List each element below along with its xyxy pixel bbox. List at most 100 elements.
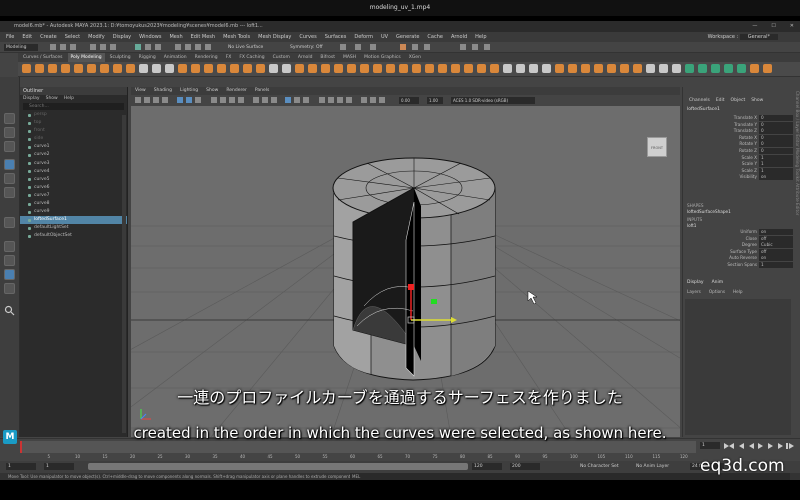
start-frame-field[interactable]: 1 (6, 463, 36, 470)
menu-cache[interactable]: Cache (427, 32, 443, 42)
outliner-item[interactable]: curve1 (20, 143, 127, 151)
channel-value-field[interactable]: 0 (759, 128, 793, 135)
menu-create[interactable]: Create (40, 32, 57, 42)
anim-layer-dropdown[interactable]: No Anim Layer (636, 463, 669, 470)
channel-row[interactable]: Surface Type off (683, 248, 793, 256)
shelf-tab-sculpting[interactable]: Sculpting (107, 53, 134, 62)
viewport-menu-shading[interactable]: Shading (154, 87, 172, 95)
layer-menu-options[interactable]: Options (709, 289, 725, 294)
viewport-menu-show[interactable]: Show (206, 87, 218, 95)
maximize-button[interactable]: ☐ (771, 21, 775, 32)
shelf-tool-icon[interactable] (230, 64, 239, 73)
channel-value-field[interactable]: 0 (759, 115, 793, 121)
shelf-tool-icon[interactable] (529, 64, 538, 73)
shelf-tool-icon[interactable] (178, 64, 187, 73)
channel-value-field[interactable]: 1 (759, 262, 793, 268)
viewport-menu-panels[interactable]: Panels (255, 87, 269, 95)
viewport-menu-lighting[interactable]: Lighting (180, 87, 198, 95)
shelf-tab-poly-modeling[interactable]: Poly Modeling (67, 53, 105, 62)
shelf-tool-icon[interactable] (100, 64, 109, 73)
channel-row[interactable]: Translate Y0 (683, 121, 793, 129)
shelf-tool-icon[interactable] (360, 64, 369, 73)
shelf-tool-icon[interactable] (373, 64, 382, 73)
shelf-tool-icon[interactable] (139, 64, 148, 73)
character-set-dropdown[interactable]: No Character Set (580, 463, 619, 470)
channel-row[interactable]: Translate X0 (683, 115, 793, 122)
channel-row[interactable]: Section Spans 1 (683, 262, 793, 269)
shelf-tool-icon[interactable] (48, 64, 57, 73)
search-icon[interactable] (4, 305, 15, 316)
shelf-tool-icon[interactable] (451, 64, 460, 73)
channel-row[interactable]: Rotate X0 (683, 134, 793, 142)
shelf-tool-icon[interactable] (711, 64, 720, 73)
layer-tab-anim[interactable]: Anim (712, 280, 724, 285)
side-tab-strip[interactable]: Channel Box / Layer Editor Modeling Tool… (791, 91, 800, 291)
paint-select-tool-icon[interactable] (4, 141, 15, 152)
close-button[interactable]: ✕ (790, 21, 794, 32)
shelf-tool-icon[interactable] (126, 64, 135, 73)
shelf-tool-icon[interactable] (594, 64, 603, 73)
shelf-tab-custom[interactable]: Custom (270, 53, 293, 62)
current-time-indicator[interactable] (20, 441, 22, 453)
outliner-item[interactable]: curve8 (20, 200, 127, 208)
select-tool-icon[interactable] (4, 113, 15, 124)
channel-row[interactable]: Scale Z1 (683, 167, 793, 175)
shelf-tool-icon[interactable] (763, 64, 772, 73)
single-perspective-layout-icon[interactable] (4, 241, 15, 252)
menu-mesh-display[interactable]: Mesh Display (258, 32, 291, 42)
menu-curves[interactable]: Curves (299, 32, 316, 42)
view-cube[interactable]: FRONT (647, 137, 667, 157)
shelf-tool-icon[interactable] (412, 64, 421, 73)
shelf-tool-icon[interactable] (633, 64, 642, 73)
channel-row[interactable]: Rotate Y0 (683, 141, 793, 148)
shelf-tool-icon[interactable] (607, 64, 616, 73)
channel-value-field[interactable]: off (759, 248, 793, 255)
shelf-tool-icon[interactable] (204, 64, 213, 73)
menu-deform[interactable]: Deform (354, 32, 373, 42)
channel-value-field[interactable]: 1 (759, 154, 793, 161)
outliner-item[interactable]: curve2 (20, 151, 127, 159)
lofted-surface-mesh[interactable] (332, 157, 496, 381)
shelf-tool-icon[interactable] (620, 64, 629, 73)
shelf-tool-icon[interactable] (243, 64, 252, 73)
channel-box-menu-show[interactable]: Show (751, 97, 763, 105)
shelf-tab-xgen[interactable]: XGen (406, 53, 424, 62)
channel-value-field[interactable]: off (759, 235, 793, 242)
shelf-tool-icon[interactable] (113, 64, 122, 73)
shelf-tool-icon[interactable] (503, 64, 512, 73)
shelf-tool-icon[interactable] (425, 64, 434, 73)
shelf-tool-icon[interactable] (217, 64, 226, 73)
menu-select[interactable]: Select (65, 32, 80, 42)
layer-menu-layers[interactable]: Layers (687, 289, 701, 294)
channel-value-field[interactable]: 0 (759, 121, 793, 128)
outliner-item[interactable]: curve6 (20, 184, 127, 192)
channel-row[interactable]: Close off (683, 235, 793, 243)
channel-value-field[interactable]: 1 (759, 167, 793, 174)
shelf-tool-icon[interactable] (22, 64, 31, 73)
shelf-tool-icon[interactable] (568, 64, 577, 73)
shelf-tool-icon[interactable] (750, 64, 759, 73)
shelf-tool-icon[interactable] (438, 64, 447, 73)
channel-row[interactable]: Visibility on (683, 174, 793, 181)
shelf-tab-rendering[interactable]: Rendering (192, 53, 221, 62)
outliner-item[interactable]: defaultLightSet (20, 224, 127, 232)
menu-surfaces[interactable]: Surfaces (325, 32, 347, 42)
channel-value-field[interactable]: Cubic (759, 242, 793, 249)
rotate-tool-icon[interactable] (4, 173, 15, 184)
channel-row[interactable]: Uniform on (683, 229, 793, 236)
shelf-tool-icon[interactable] (87, 64, 96, 73)
shelf-tool-icon[interactable] (685, 64, 694, 73)
shelf-tool-icon[interactable] (646, 64, 655, 73)
four-view-layout-icon[interactable] (4, 255, 15, 266)
menu-display[interactable]: Display (113, 32, 131, 42)
outliner-layout-icon[interactable] (4, 269, 15, 280)
shelf-tool-icon[interactable] (659, 64, 668, 73)
channel-value-field[interactable]: 0 (759, 134, 793, 141)
status-line-icons[interactable] (40, 43, 800, 52)
last-tool-icon[interactable] (4, 217, 15, 228)
shelf-tool-icon[interactable] (555, 64, 564, 73)
range-start-field[interactable]: 1 (44, 463, 74, 470)
outliner-item[interactable]: curve5 (20, 176, 127, 184)
outliner-item[interactable]: curve9 (20, 208, 127, 216)
channel-value-field[interactable]: on (759, 229, 793, 235)
